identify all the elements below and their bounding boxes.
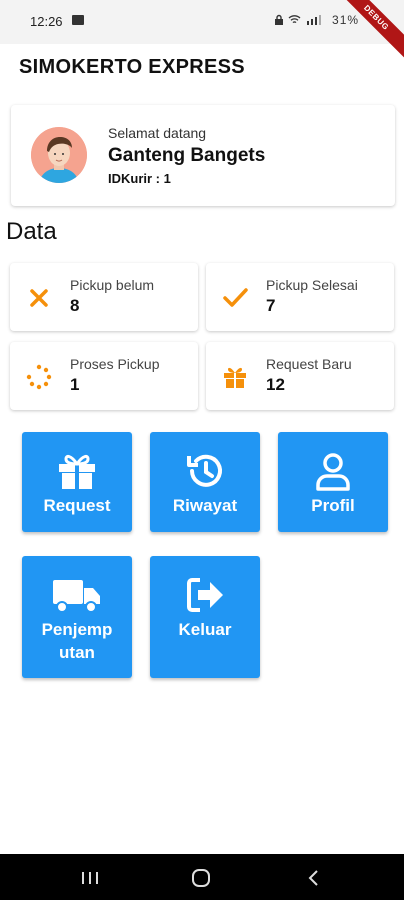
courier-id: IDKurir : 1 [108,171,171,186]
spinner-icon [26,364,52,390]
close-icon [30,289,48,307]
stat-label: Pickup Selesai [266,277,358,293]
system-nav-bar [0,854,404,900]
stat-value: 7 [266,296,276,315]
battery-percent: 31% [332,13,360,27]
signal-icon [306,15,321,25]
avatar [31,127,87,183]
gift-icon [59,454,95,489]
recent-apps-icon[interactable] [78,868,102,888]
wifi-icon [288,15,301,24]
truck-icon [53,580,100,613]
gallery-notification-icon [72,15,84,25]
back-icon[interactable] [302,868,326,888]
person-icon [316,453,350,491]
app-screen: 12:26 31% DEBUG SIMOKERTO EXPRESS Selama… [0,0,404,900]
user-name: Ganteng Bangets [108,145,266,166]
avatar-illustration-icon [31,127,87,183]
status-indicators: 31% [274,13,359,27]
logout-icon [187,578,223,612]
stat-card-proses-pickup: Proses Pickup 1 [10,342,198,410]
request-button[interactable]: Request [22,432,132,532]
stat-label: Pickup belum [70,277,155,293]
stat-value: 1 [70,375,80,394]
stat-card-pickup-belum: Pickup belum 8 [10,263,198,331]
tile-label: Keluar [178,620,232,639]
status-time: 12:26 [30,14,63,29]
section-title: Data [6,218,57,245]
profile-card: Selamat datang Ganteng Bangets IDKurir :… [11,105,395,206]
tile-label: Profil [311,496,355,515]
tile-label: Request [43,496,111,515]
home-icon[interactable] [189,868,213,888]
stat-label: Request Baru [266,356,352,372]
tile-label-line2: utan [59,643,95,662]
history-icon [187,454,222,487]
penjemputan-button[interactable]: Penjemp utan [22,556,132,678]
tile-label: Riwayat [172,496,238,515]
riwayat-button[interactable]: Riwayat [150,432,260,532]
greeting-text: Selamat datang [108,125,207,141]
status-bar: 12:26 31% [0,0,404,44]
stat-card-pickup-selesai: Pickup Selesai 7 [206,263,394,331]
lock-icon [275,14,283,25]
tile-label-line1: Penjemp [41,620,113,639]
stat-label: Proses Pickup [70,356,160,372]
check-icon [223,288,248,307]
app-title: SIMOKERTO EXPRESS [19,56,245,78]
gift-icon [224,367,246,388]
stat-card-request-baru: Request Baru 12 [206,342,394,410]
keluar-button[interactable]: Keluar [150,556,260,678]
stat-value: 12 [266,375,285,394]
stat-value: 8 [70,296,80,315]
profil-button[interactable]: Profil [278,432,388,532]
